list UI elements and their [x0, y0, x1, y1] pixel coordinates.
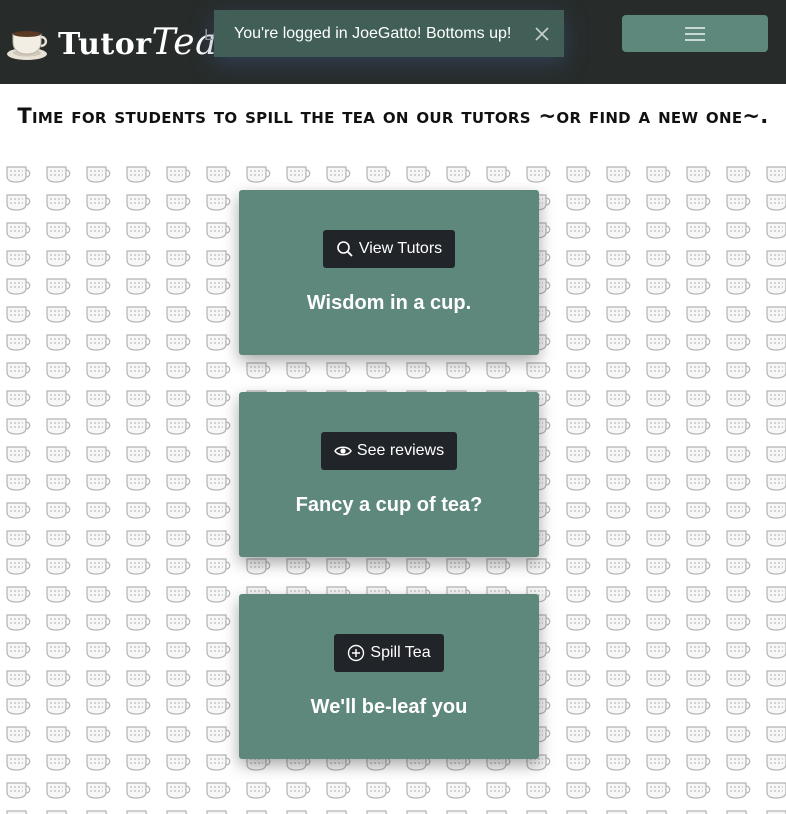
login-toast: You're logged in JoeGatto! Bottoms up!: [214, 10, 564, 57]
card-tagline: We'll be-leaf you: [310, 696, 468, 718]
see-reviews-label: See reviews: [356, 442, 445, 459]
eye-icon: [334, 446, 352, 456]
view-tutors-button[interactable]: View Tutors: [322, 230, 456, 268]
close-icon[interactable]: [534, 26, 550, 42]
brand-name: TutorTea: [58, 22, 217, 63]
plus-circle-icon: [348, 644, 365, 662]
card-tagline: Fancy a cup of tea?: [295, 494, 483, 516]
navbar: TutorTea Lo You're logged in JoeGatto! B…: [0, 0, 786, 84]
card-spill-tea: Spill Tea We'll be-leaf you: [239, 594, 539, 759]
spill-tea-label: Spill Tea: [370, 644, 431, 661]
view-tutors-label: View Tutors: [358, 240, 443, 257]
hamburger-icon: [685, 26, 705, 41]
navbar-toggle-button[interactable]: [622, 15, 768, 52]
teacup-icon: [7, 31, 48, 60]
brand-name-part1: Tutor: [58, 26, 152, 62]
toast-message: You're logged in JoeGatto! Bottoms up!: [234, 24, 512, 42]
page-heading: Time for students to spill the tea on ou…: [17, 104, 769, 128]
card-tagline: Wisdom in a cup.: [306, 292, 472, 314]
card-view-tutors: View Tutors Wisdom in a cup.: [239, 190, 539, 355]
spill-tea-button[interactable]: Spill Tea: [334, 634, 444, 672]
search-icon: [337, 241, 353, 257]
see-reviews-button[interactable]: See reviews: [320, 432, 458, 470]
card-see-reviews: See reviews Fancy a cup of tea?: [239, 392, 539, 557]
brand-logo[interactable]: TutorTea: [6, 14, 217, 70]
